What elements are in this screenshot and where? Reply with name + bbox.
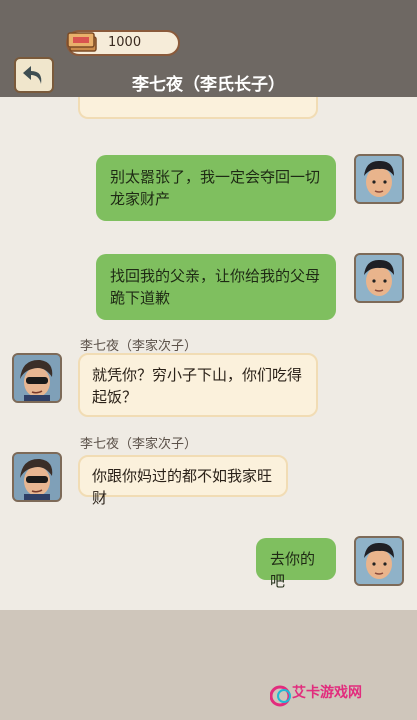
message-text: 去你的吧 (270, 550, 316, 590)
message-text: 别太嚣张了，我一定会夺回一切龙家财产 (110, 168, 321, 208)
opponent-face-icon (14, 355, 60, 401)
watermark-text: 艾卡游戏网 (292, 685, 362, 701)
opponent-avatar[interactable] (12, 353, 62, 403)
message-bubble-sent: 别太嚣张了，我一定会夺回一切龙家财产 (96, 155, 336, 221)
player-face-icon (356, 156, 402, 202)
message-text: 你跟你妈过的都不如我家旺财 (92, 467, 273, 507)
currency-display: 1000 (66, 30, 180, 56)
message-bubble-sent: 找回我的父亲，让你给我的父母跪下道歉 (96, 254, 336, 320)
opponent-avatar[interactable] (12, 452, 62, 502)
sender-name: 李七夜（李家次子） (80, 437, 198, 452)
player-face-icon (356, 538, 402, 584)
player-avatar[interactable] (354, 253, 404, 303)
cash-stack-icon (67, 32, 97, 52)
watermark: 艾卡游戏网 (269, 678, 380, 718)
message-bubble-received: 你跟你妈过的都不如我家旺财 (78, 455, 288, 507)
previous-message-bubble (78, 97, 318, 119)
chat-area[interactable]: 别太嚣张了，我一定会夺回一切龙家财产 找回我的父亲，让你给我的父母跪下道歉 李七… (0, 97, 417, 610)
message-bubble-sent: 去你的吧 (256, 538, 336, 590)
message-text: 找回我的父亲，让你给我的父母跪下道歉 (110, 267, 321, 307)
currency-value: 1000 (108, 35, 142, 50)
chat-title: 李七夜（李氏长子） (132, 75, 285, 95)
watermark-logo-icon (269, 685, 291, 707)
player-avatar[interactable] (354, 154, 404, 204)
player-avatar[interactable] (354, 536, 404, 586)
opponent-face-icon (14, 454, 60, 500)
top-bar: 1000 李七夜（李氏长子） (0, 0, 417, 97)
sender-name: 李七夜（李家次子） (80, 339, 198, 354)
player-face-icon (356, 255, 402, 301)
message-bubble-received: 就凭你？穷小子下山，你们吃得起饭？ (78, 353, 318, 417)
message-text: 就凭你？穷小子下山，你们吃得起饭？ (92, 366, 303, 406)
